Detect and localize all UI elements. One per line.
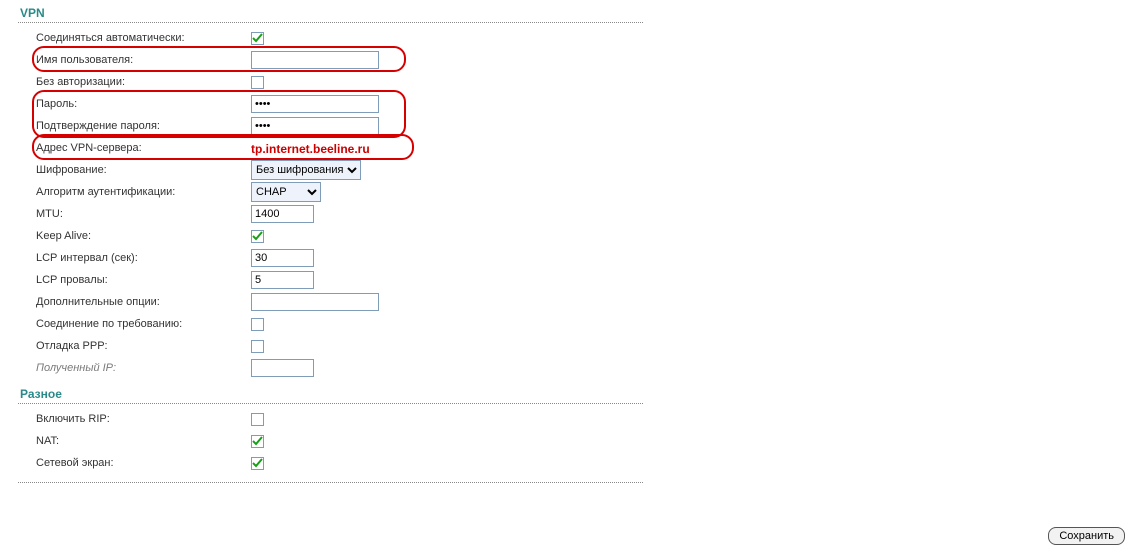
received-ip-input[interactable] bbox=[251, 359, 314, 377]
row-lcp-interval: LCP интервал (сек): bbox=[18, 247, 643, 269]
on-demand-checkbox[interactable] bbox=[251, 318, 264, 331]
row-keep-alive: Keep Alive: bbox=[18, 225, 643, 247]
row-firewall: Сетевой экран: bbox=[18, 452, 643, 474]
no-auth-label: Без авторизации: bbox=[36, 76, 251, 88]
firewall-label: Сетевой экран: bbox=[36, 457, 251, 469]
row-extra-opts: Дополнительные опции: bbox=[18, 291, 643, 313]
password-input[interactable] bbox=[251, 95, 379, 113]
password-label: Пароль: bbox=[36, 98, 251, 110]
nat-checkbox[interactable] bbox=[251, 435, 264, 448]
encryption-label: Шифрование: bbox=[36, 164, 251, 176]
row-auto-connect: Соединяться автоматически: bbox=[18, 27, 643, 49]
auth-algo-select[interactable]: CHAP bbox=[251, 182, 321, 202]
lcp-fails-input[interactable] bbox=[251, 271, 314, 289]
row-password-confirm: Подтверждение пароля: bbox=[18, 115, 643, 137]
on-demand-label: Соединение по требованию: bbox=[36, 318, 251, 330]
section-title-misc: Разное bbox=[18, 385, 643, 403]
row-nat: NAT: bbox=[18, 430, 643, 452]
save-button[interactable]: Сохранить bbox=[1048, 527, 1125, 545]
extra-opts-label: Дополнительные опции: bbox=[36, 296, 251, 308]
row-auth-algo: Алгоритм аутентификации: CHAP bbox=[18, 181, 643, 203]
received-ip-label: Полученный IP: bbox=[36, 362, 251, 374]
lcp-interval-input[interactable] bbox=[251, 249, 314, 267]
password-confirm-label: Подтверждение пароля: bbox=[36, 120, 251, 132]
nat-label: NAT: bbox=[36, 435, 251, 447]
rip-label: Включить RIP: bbox=[36, 413, 251, 425]
divider bbox=[18, 22, 643, 23]
vpn-server-value: tp.internet.beeline.ru bbox=[251, 141, 370, 156]
row-vpn-server: Адрес VPN-сервера: tp.internet.beeline.r… bbox=[18, 137, 643, 159]
row-on-demand: Соединение по требованию: bbox=[18, 313, 643, 335]
extra-opts-input[interactable] bbox=[251, 293, 379, 311]
row-mtu: MTU: bbox=[18, 203, 643, 225]
section-title-vpn: VPN bbox=[18, 4, 643, 22]
row-rip: Включить RIP: bbox=[18, 408, 643, 430]
row-encryption: Шифрование: Без шифрования bbox=[18, 159, 643, 181]
lcp-interval-label: LCP интервал (сек): bbox=[36, 252, 251, 264]
password-confirm-input[interactable] bbox=[251, 117, 379, 135]
row-ppp-debug: Отладка PPP: bbox=[18, 335, 643, 357]
row-username: Имя пользователя: bbox=[18, 49, 643, 71]
username-input[interactable] bbox=[251, 51, 379, 69]
lcp-fails-label: LCP провалы: bbox=[36, 274, 251, 286]
auth-algo-label: Алгоритм аутентификации: bbox=[36, 186, 251, 198]
keep-alive-label: Keep Alive: bbox=[36, 230, 251, 242]
mtu-label: MTU: bbox=[36, 208, 251, 220]
divider bbox=[18, 482, 643, 483]
ppp-debug-label: Отладка PPP: bbox=[36, 340, 251, 352]
divider bbox=[18, 403, 643, 404]
mtu-input[interactable] bbox=[251, 205, 314, 223]
row-received-ip: Полученный IP: bbox=[18, 357, 643, 379]
rip-checkbox[interactable] bbox=[251, 413, 264, 426]
no-auth-checkbox[interactable] bbox=[251, 76, 264, 89]
keep-alive-checkbox[interactable] bbox=[251, 230, 264, 243]
row-no-auth: Без авторизации: bbox=[18, 71, 643, 93]
encryption-select[interactable]: Без шифрования bbox=[251, 160, 361, 180]
ppp-debug-checkbox[interactable] bbox=[251, 340, 264, 353]
username-label: Имя пользователя: bbox=[36, 54, 251, 66]
row-lcp-fails: LCP провалы: bbox=[18, 269, 643, 291]
row-password: Пароль: bbox=[18, 93, 643, 115]
vpn-server-label: Адрес VPN-сервера: bbox=[36, 142, 251, 154]
auto-connect-checkbox[interactable] bbox=[251, 32, 264, 45]
firewall-checkbox[interactable] bbox=[251, 457, 264, 470]
auto-connect-label: Соединяться автоматически: bbox=[36, 32, 251, 44]
